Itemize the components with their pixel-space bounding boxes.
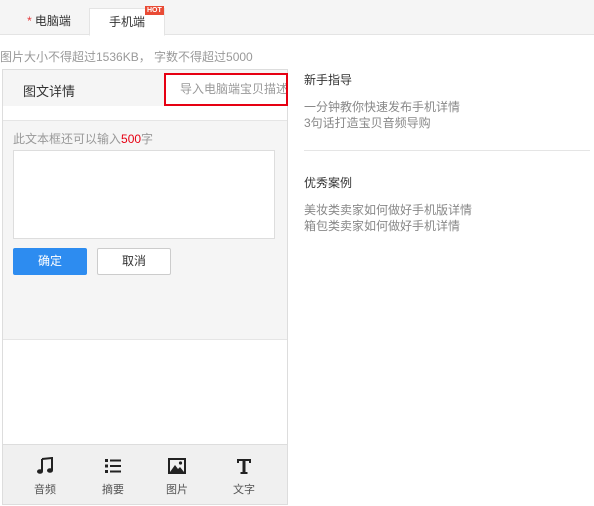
tool-label-image: 图片 (166, 484, 188, 496)
guide-title: 新手指导 (304, 73, 353, 87)
cases-title: 优秀案例 (304, 176, 353, 190)
editor-title: 图文详情 (23, 84, 76, 99)
mobile-detail-editor: 图文详情 导入电脑端宝贝描述 此文本框还可以输入500字 确定 取消 音频 摘要… (2, 69, 288, 505)
guide-link-quick-publish[interactable]: 一分钟教你快速发布手机详情 (304, 99, 590, 115)
case-link-bags[interactable]: 箱包类卖家如何做好手机详情 (304, 218, 590, 234)
insert-toolbar: 音频 摘要 图片 文字 (3, 444, 287, 504)
tool-label-text: 文字 (233, 484, 255, 496)
cancel-button[interactable]: 取消 (97, 248, 171, 275)
tab-mobile-label: 手机端 (108, 15, 145, 29)
image-icon (168, 458, 186, 474)
text-content-input[interactable] (13, 150, 275, 239)
hot-badge: HOT (145, 6, 164, 15)
beginner-guide-section: 新手指导 一分钟教你快速发布手机详情 3句话打造宝贝音频导购 (304, 71, 590, 131)
music-note-icon (37, 457, 53, 474)
text-t-icon (237, 459, 251, 474)
char-remaining-hint: 此文本框还可以输入500字 (13, 130, 153, 147)
tab-pc[interactable]: * 电脑端 (10, 8, 88, 36)
guide-link-audio-guide[interactable]: 3句话打造宝贝音频导购 (304, 115, 590, 131)
import-pc-description-button[interactable]: 导入电脑端宝贝描述 (164, 73, 288, 106)
list-icon (105, 459, 121, 473)
remain-count: 500 (121, 132, 142, 146)
text-input-panel: 此文本框还可以输入500字 确定 取消 (3, 120, 287, 340)
remain-prefix: 此文本框还可以输入 (13, 132, 122, 146)
side-divider (304, 150, 590, 151)
upload-limit-notice: 图片大小不得超过1536KB， 字数不得超过5000 (0, 50, 253, 64)
tab-bar: * 电脑端 手机端 HOT (0, 0, 594, 36)
insert-image-button[interactable]: 图片 (157, 457, 197, 497)
tool-label-audio: 音频 (34, 484, 56, 496)
confirm-button[interactable]: 确定 (13, 248, 87, 275)
tool-label-summary: 摘要 (102, 484, 124, 496)
insert-text-button[interactable]: 文字 (224, 457, 264, 497)
required-star: * (27, 14, 32, 28)
insert-audio-button[interactable]: 音频 (25, 457, 65, 497)
tab-pc-label: 电脑端 (34, 14, 71, 28)
excellent-cases-section: 优秀案例 美妆类卖家如何做好手机版详情 箱包类卖家如何做好手机详情 (304, 174, 590, 234)
insert-summary-button[interactable]: 摘要 (93, 457, 133, 497)
case-link-cosmetics[interactable]: 美妆类卖家如何做好手机版详情 (304, 202, 590, 218)
remain-suffix: 字 (141, 132, 154, 146)
